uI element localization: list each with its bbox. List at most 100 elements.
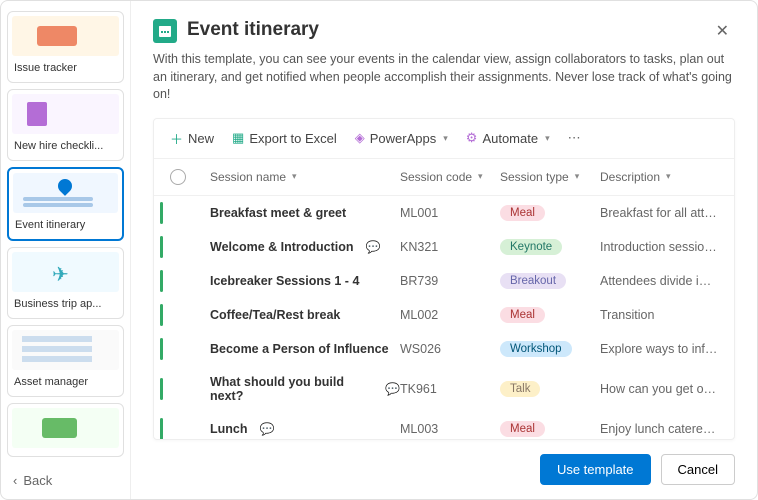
excel-icon: ▦ [232, 130, 244, 146]
cell-session-name: Become a Person of Influence [210, 342, 400, 356]
col-session-code[interactable]: Session code▾ [400, 170, 500, 184]
chevron-down-icon: ▾ [545, 133, 550, 144]
chevron-down-icon: ▾ [443, 133, 448, 144]
close-button[interactable]: ✕ [710, 19, 735, 43]
comment-icon: 💬 [366, 240, 381, 254]
cell-description: Breakfast for all atten... [600, 206, 718, 220]
template-sidebar: Issue tracker New hire checkli... Event … [1, 1, 131, 499]
main-panel: Event itinerary ✕ With this template, yo… [131, 1, 757, 499]
row-marker [160, 270, 163, 292]
calendar-icon [153, 19, 177, 43]
tile-label: Issue tracker [12, 60, 119, 78]
cell-session-type: Meal [500, 307, 600, 323]
col-description[interactable]: Description▾ [600, 170, 718, 184]
table-body: Breakfast meet & greetML001MealBreakfast… [154, 196, 734, 440]
type-pill: Talk [500, 381, 540, 397]
row-marker [160, 338, 163, 360]
table-row[interactable]: Welcome & Introduction 💬KN321Keynote Intr… [154, 230, 734, 264]
table-row[interactable]: Lunch 💬ML003Meal Enjoy lunch catered b... [154, 412, 734, 440]
type-pill: Meal [500, 307, 545, 323]
back-button[interactable]: ‹ Back [7, 463, 124, 498]
cell-session-code: KN321 [400, 240, 500, 254]
column-headers: Session name▾ Session code▾ Session type… [154, 159, 734, 196]
table-row[interactable]: Icebreaker Sessions 1 - 4BR739Breakout At… [154, 264, 734, 298]
tile-more[interactable] [7, 403, 124, 457]
tile-event-itinerary[interactable]: Event itinerary [7, 167, 124, 241]
table-row[interactable]: What should you build next? 💬TK961Talk Ho… [154, 366, 734, 412]
tile-label: Asset manager [12, 374, 119, 392]
comment-icon: 💬 [260, 422, 275, 436]
cell-session-type: Breakout [500, 273, 600, 289]
tile-label: New hire checkli... [12, 138, 119, 156]
chevron-down-icon: ▾ [575, 171, 580, 182]
row-marker [160, 378, 163, 400]
cell-description: Enjoy lunch catered b... [600, 422, 718, 436]
chevron-down-icon: ▾ [666, 171, 671, 182]
cell-session-code: ML001 [400, 206, 500, 220]
thumbnail-icon [12, 252, 119, 292]
cell-session-type: Meal [500, 421, 600, 437]
cell-description: How can you get over... [600, 382, 718, 396]
cell-session-name: Lunch 💬 [210, 422, 400, 436]
tile-business-trip[interactable]: Business trip ap... [7, 247, 124, 319]
thumbnail-icon [12, 94, 119, 134]
plus-icon: ＋ [170, 129, 183, 148]
table-row[interactable]: Coffee/Tea/Rest breakML002MealTransition [154, 298, 734, 332]
cell-session-type: Keynote [500, 239, 600, 255]
thumbnail-icon [12, 16, 119, 56]
type-pill: Workshop [500, 341, 572, 357]
tile-new-hire[interactable]: New hire checkli... [7, 89, 124, 161]
cell-session-name: What should you build next? 💬 [210, 375, 400, 403]
row-marker [160, 236, 163, 258]
type-pill: Breakout [500, 273, 566, 289]
row-marker [160, 202, 163, 224]
cell-session-name: Welcome & Introduction 💬 [210, 240, 400, 254]
tile-label: Business trip ap... [12, 296, 119, 314]
table-row[interactable]: Become a Person of InfluenceWS026Worksho… [154, 332, 734, 366]
cell-session-name: Coffee/Tea/Rest break [210, 308, 400, 322]
chevron-down-icon: ▾ [478, 171, 483, 182]
chevron-down-icon: ▾ [292, 171, 297, 182]
new-button[interactable]: ＋New [170, 129, 214, 148]
powerapps-button[interactable]: ◈PowerApps▾ [355, 130, 448, 146]
automate-icon: ⚙ [466, 130, 478, 146]
export-button[interactable]: ▦Export to Excel [232, 130, 337, 146]
comment-icon: 💬 [385, 382, 400, 396]
more-button[interactable]: ⋯ [568, 130, 581, 146]
type-pill: Keynote [500, 239, 562, 255]
select-all[interactable] [170, 169, 186, 185]
dialog-footer: Use template Cancel [153, 440, 735, 485]
list-preview: ＋New ▦Export to Excel ◈PowerApps▾ ⚙Autom… [153, 118, 735, 441]
thumbnail-icon [12, 330, 119, 370]
cell-description: Explore ways to influe... [600, 342, 718, 356]
cell-session-code: ML003 [400, 422, 500, 436]
thumbnail-icon [13, 173, 118, 213]
cell-session-code: BR739 [400, 274, 500, 288]
cell-session-type: Workshop [500, 341, 600, 357]
type-pill: Meal [500, 421, 545, 437]
cancel-button[interactable]: Cancel [661, 454, 735, 485]
table-row[interactable]: Breakfast meet & greetML001Meal Breakfast… [154, 196, 734, 230]
powerapps-icon: ◈ [355, 130, 365, 146]
automate-button[interactable]: ⚙Automate▾ [466, 130, 550, 146]
tile-issue-tracker[interactable]: Issue tracker [7, 11, 124, 83]
cell-session-code: TK961 [400, 382, 500, 396]
cell-session-code: ML002 [400, 308, 500, 322]
cell-session-name: Breakfast meet & greet [210, 206, 400, 220]
use-template-button[interactable]: Use template [540, 454, 651, 485]
cell-description: Attendees divide into... [600, 274, 718, 288]
cell-description: Introduction session ... [600, 240, 718, 254]
page-description: With this template, you can see your eve… [153, 51, 735, 104]
col-session-type[interactable]: Session type▾ [500, 170, 600, 184]
list-toolbar: ＋New ▦Export to Excel ◈PowerApps▾ ⚙Autom… [154, 119, 734, 159]
tile-asset-manager[interactable]: Asset manager [7, 325, 124, 397]
tile-label: Event itinerary [13, 217, 118, 235]
page-title: Event itinerary [187, 19, 319, 41]
chevron-left-icon: ‹ [13, 473, 17, 488]
cell-session-code: WS026 [400, 342, 500, 356]
type-pill: Meal [500, 205, 545, 221]
row-marker [160, 304, 163, 326]
cell-session-name: Icebreaker Sessions 1 - 4 [210, 274, 400, 288]
back-label: Back [23, 473, 52, 488]
col-session-name[interactable]: Session name▾ [210, 170, 400, 184]
